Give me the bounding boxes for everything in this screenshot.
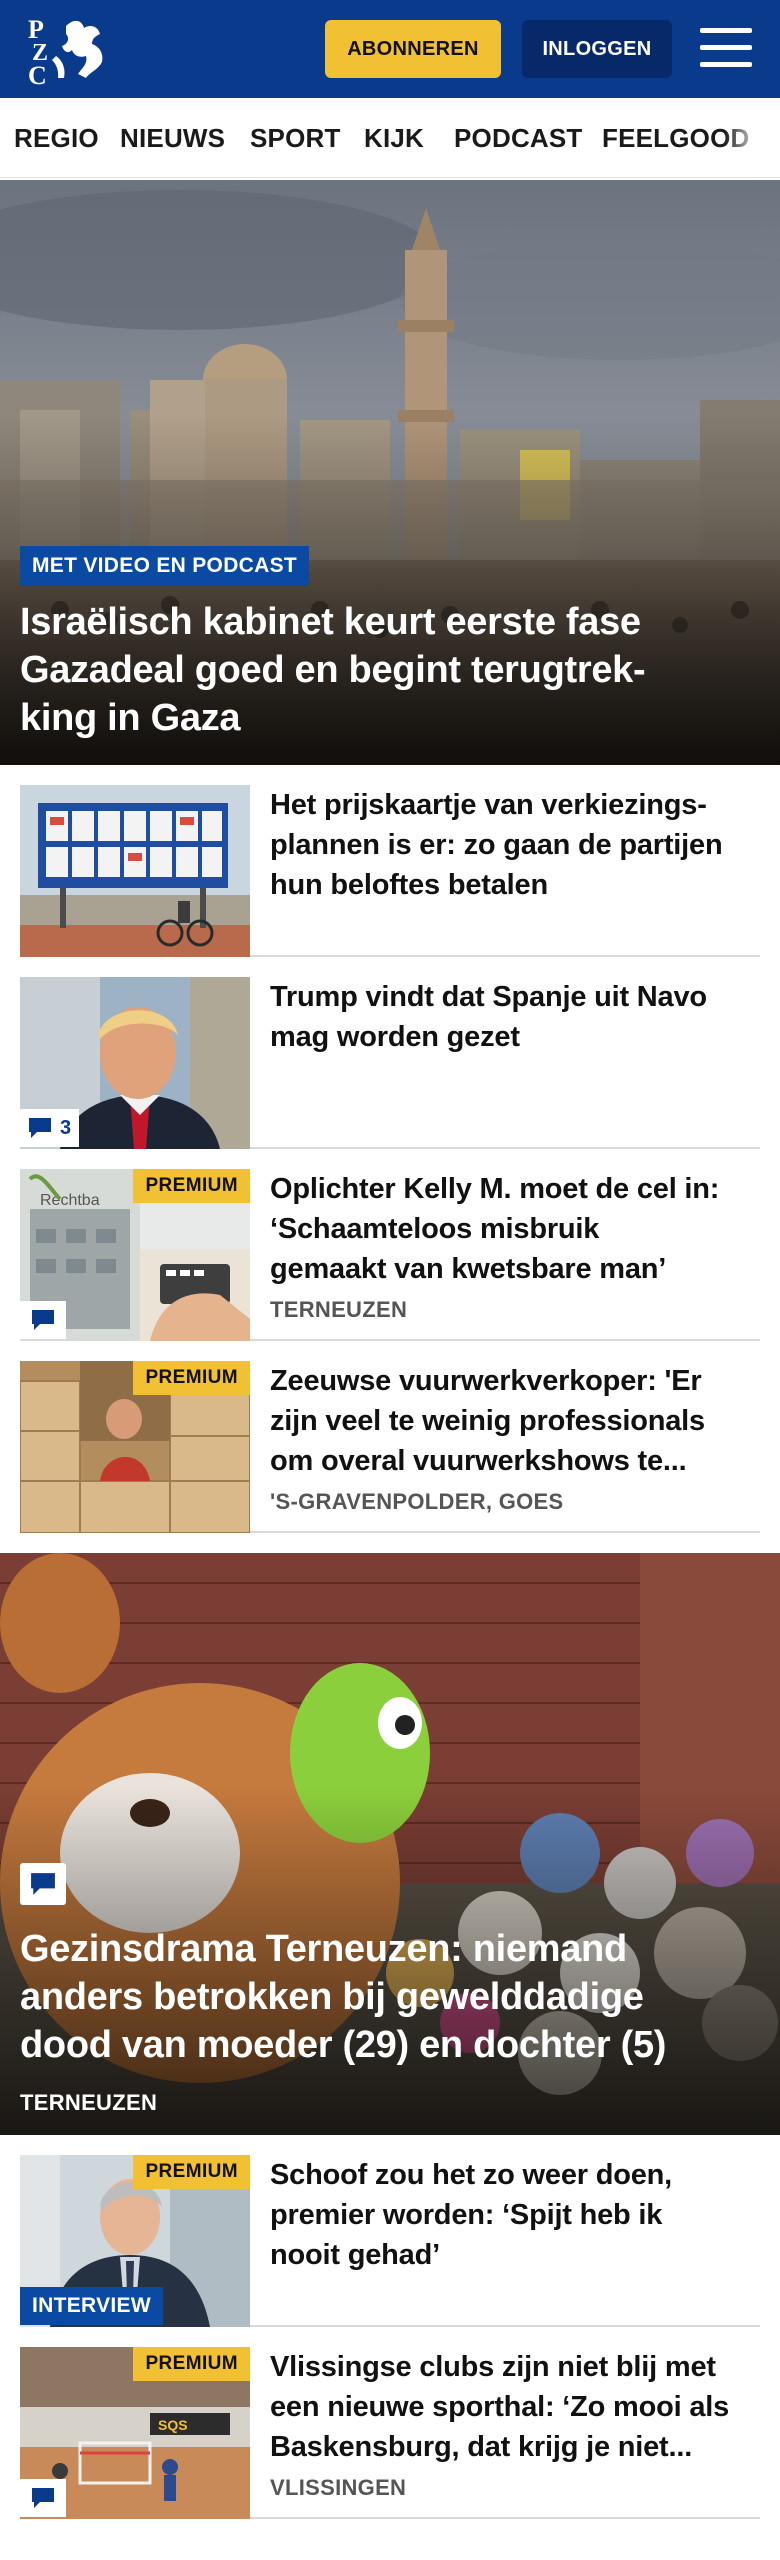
nav-scroll-fade xyxy=(724,98,780,177)
comment-icon xyxy=(29,1118,51,1138)
hero-title-line: anders betrokken bij gewelddadige xyxy=(20,1976,644,2018)
hero-article-gezinsdrama[interactable]: Gezinsdrama Terneuzen: niemand anders be… xyxy=(0,1553,780,2135)
comment-badge[interactable] xyxy=(20,1863,66,1905)
nav-item-podcast[interactable]: PODCAST xyxy=(454,98,583,177)
article-title: Het prijskaartje van verkiezings- planne… xyxy=(270,785,760,905)
premium-badge: PREMIUM xyxy=(133,1361,250,1395)
article-title-line: een nieuwe sporthal: ‘Zo mooi als xyxy=(270,2391,730,2423)
article-title-line: plannen is er: zo gaan de partijen xyxy=(270,829,723,861)
hero-title-line: dood van moeder (29) en dochter (5) xyxy=(20,2024,667,2066)
comment-icon xyxy=(32,2488,54,2508)
article-title-line: Vlissingse clubs zijn niet blij met xyxy=(270,2351,716,2383)
svg-text:SQS: SQS xyxy=(158,2417,188,2433)
article-title-line: premier worden: ‘Spijt heb ik xyxy=(270,2199,663,2231)
comment-badge[interactable]: 3 xyxy=(20,1109,80,1147)
premium-badge: PREMIUM xyxy=(133,2155,250,2189)
comment-count: 3 xyxy=(60,1116,72,1139)
article-title-line: gemaakt van kwetsbare man’ xyxy=(270,1253,667,1285)
article-title-line: Zeeuwse vuurwerkverkoper: 'Er xyxy=(270,1365,702,1397)
hero-title-line: Gazadeal goed en begint terugtrek- xyxy=(20,649,646,691)
article-title-line: om overal vuurwerkshows te... xyxy=(270,1445,687,1477)
svg-text:Rechtba: Rechtba xyxy=(40,1192,100,1209)
article-oplichter-kelly[interactable]: Rechtba PREMIUM Oplichter Kelly M. moet … xyxy=(20,1169,760,1341)
comment-icon xyxy=(32,1310,54,1330)
article-location: VLISSINGEN xyxy=(270,2475,407,2500)
article-title: Oplichter Kelly M. moet de cel in: ‘Scha… xyxy=(270,1169,760,1289)
article-trump-spanje[interactable]: 3 Trump vindt dat Spanje uit Navo mag wo… xyxy=(20,977,760,1149)
hero-title-line: Israëlisch kabinet keurt eerste fase xyxy=(20,601,641,643)
interview-label: INTERVIEW xyxy=(20,2287,163,2325)
article-title: Trump vindt dat Spanje uit Navo mag word… xyxy=(270,977,760,1057)
nav-item-nieuws[interactable]: NIEUWS xyxy=(120,98,225,177)
article-title: Vlissingse clubs zijn niet blij met een … xyxy=(270,2347,760,2467)
login-button[interactable]: INLOGGEN xyxy=(522,20,672,78)
article-verkiezingsplannen[interactable]: Het prijskaartje van verkiezings- planne… xyxy=(20,785,760,957)
article-title-line: nooit gehad’ xyxy=(270,2239,440,2271)
svg-text:C: C xyxy=(28,61,47,86)
article-location: TERNEUZEN xyxy=(270,1297,408,1322)
hero-label-video-podcast: MET VIDEO EN PODCAST xyxy=(20,546,310,586)
thumbnail-election-billboard xyxy=(20,785,250,957)
article-vuurwerkverkoper[interactable]: PREMIUM Zeeuwse vuurwerkverkoper: 'Er zi… xyxy=(20,1361,760,1533)
hero-title: Gezinsdrama Terneuzen: niemand anders be… xyxy=(20,1925,760,2069)
premium-badge: PREMIUM xyxy=(133,2347,250,2381)
pzc-logo[interactable]: P Z C xyxy=(26,12,112,86)
premium-badge: PREMIUM xyxy=(133,1169,250,1203)
nav-item-kijk[interactable]: KIJK xyxy=(364,98,424,177)
section-nav: REGIO NIEUWS SPORT KIJK PODCAST FEELGOOD xyxy=(0,98,780,178)
nav-item-regio[interactable]: REGIO xyxy=(14,98,99,177)
article-title-line: hun beloftes betalen xyxy=(270,869,548,901)
hero-title: Israëlisch kabinet keurt eerste fase Gaz… xyxy=(20,598,720,742)
hamburger-menu-icon[interactable] xyxy=(700,26,752,70)
article-schoof[interactable]: PREMIUM INTERVIEW Schoof zou het zo weer… xyxy=(20,2155,760,2327)
comment-icon xyxy=(31,1873,55,1895)
article-location: 'S-GRAVENPOLDER, GOES xyxy=(270,1489,564,1514)
article-title-line: Schoof zou het zo weer doen, xyxy=(270,2159,673,2191)
article-title-line: Het prijskaartje van verkiezings- xyxy=(270,789,707,821)
top-bar: P Z C ABONNEREN INLOGGEN xyxy=(0,0,780,98)
nav-item-sport[interactable]: SPORT xyxy=(250,98,341,177)
hero-title-line: Gezinsdrama Terneuzen: niemand xyxy=(20,1928,627,1970)
article-title: Zeeuwse vuurwerkverkoper: 'Er zijn veel … xyxy=(270,1361,760,1481)
hero-location: TERNEUZEN xyxy=(20,2090,158,2115)
article-title-line: Oplichter Kelly M. moet de cel in: xyxy=(270,1173,720,1205)
article-title-line: mag worden gezet xyxy=(270,1021,520,1053)
hero-title-line: king in Gaza xyxy=(20,697,241,739)
article-title-line: ‘Schaamteloos misbruik xyxy=(270,1213,600,1245)
subscribe-button[interactable]: ABONNEREN xyxy=(325,20,501,78)
comment-badge[interactable] xyxy=(20,2479,66,2517)
comment-badge[interactable] xyxy=(20,1301,66,1339)
article-title: Schoof zou het zo weer doen, premier wor… xyxy=(270,2155,760,2275)
article-title-line: Trump vindt dat Spanje uit Navo xyxy=(270,981,707,1013)
article-title-line: zijn veel te weinig professionals xyxy=(270,1405,705,1437)
hero-article-gaza[interactable]: MET VIDEO EN PODCAST Israëlisch kabinet … xyxy=(0,180,780,765)
article-title-line: Baskensburg, dat krijg je niet... xyxy=(270,2431,693,2463)
article-vlissingse-clubs[interactable]: SQS PREMIUM Vlissingse clubs zijn niet b… xyxy=(20,2347,760,2519)
